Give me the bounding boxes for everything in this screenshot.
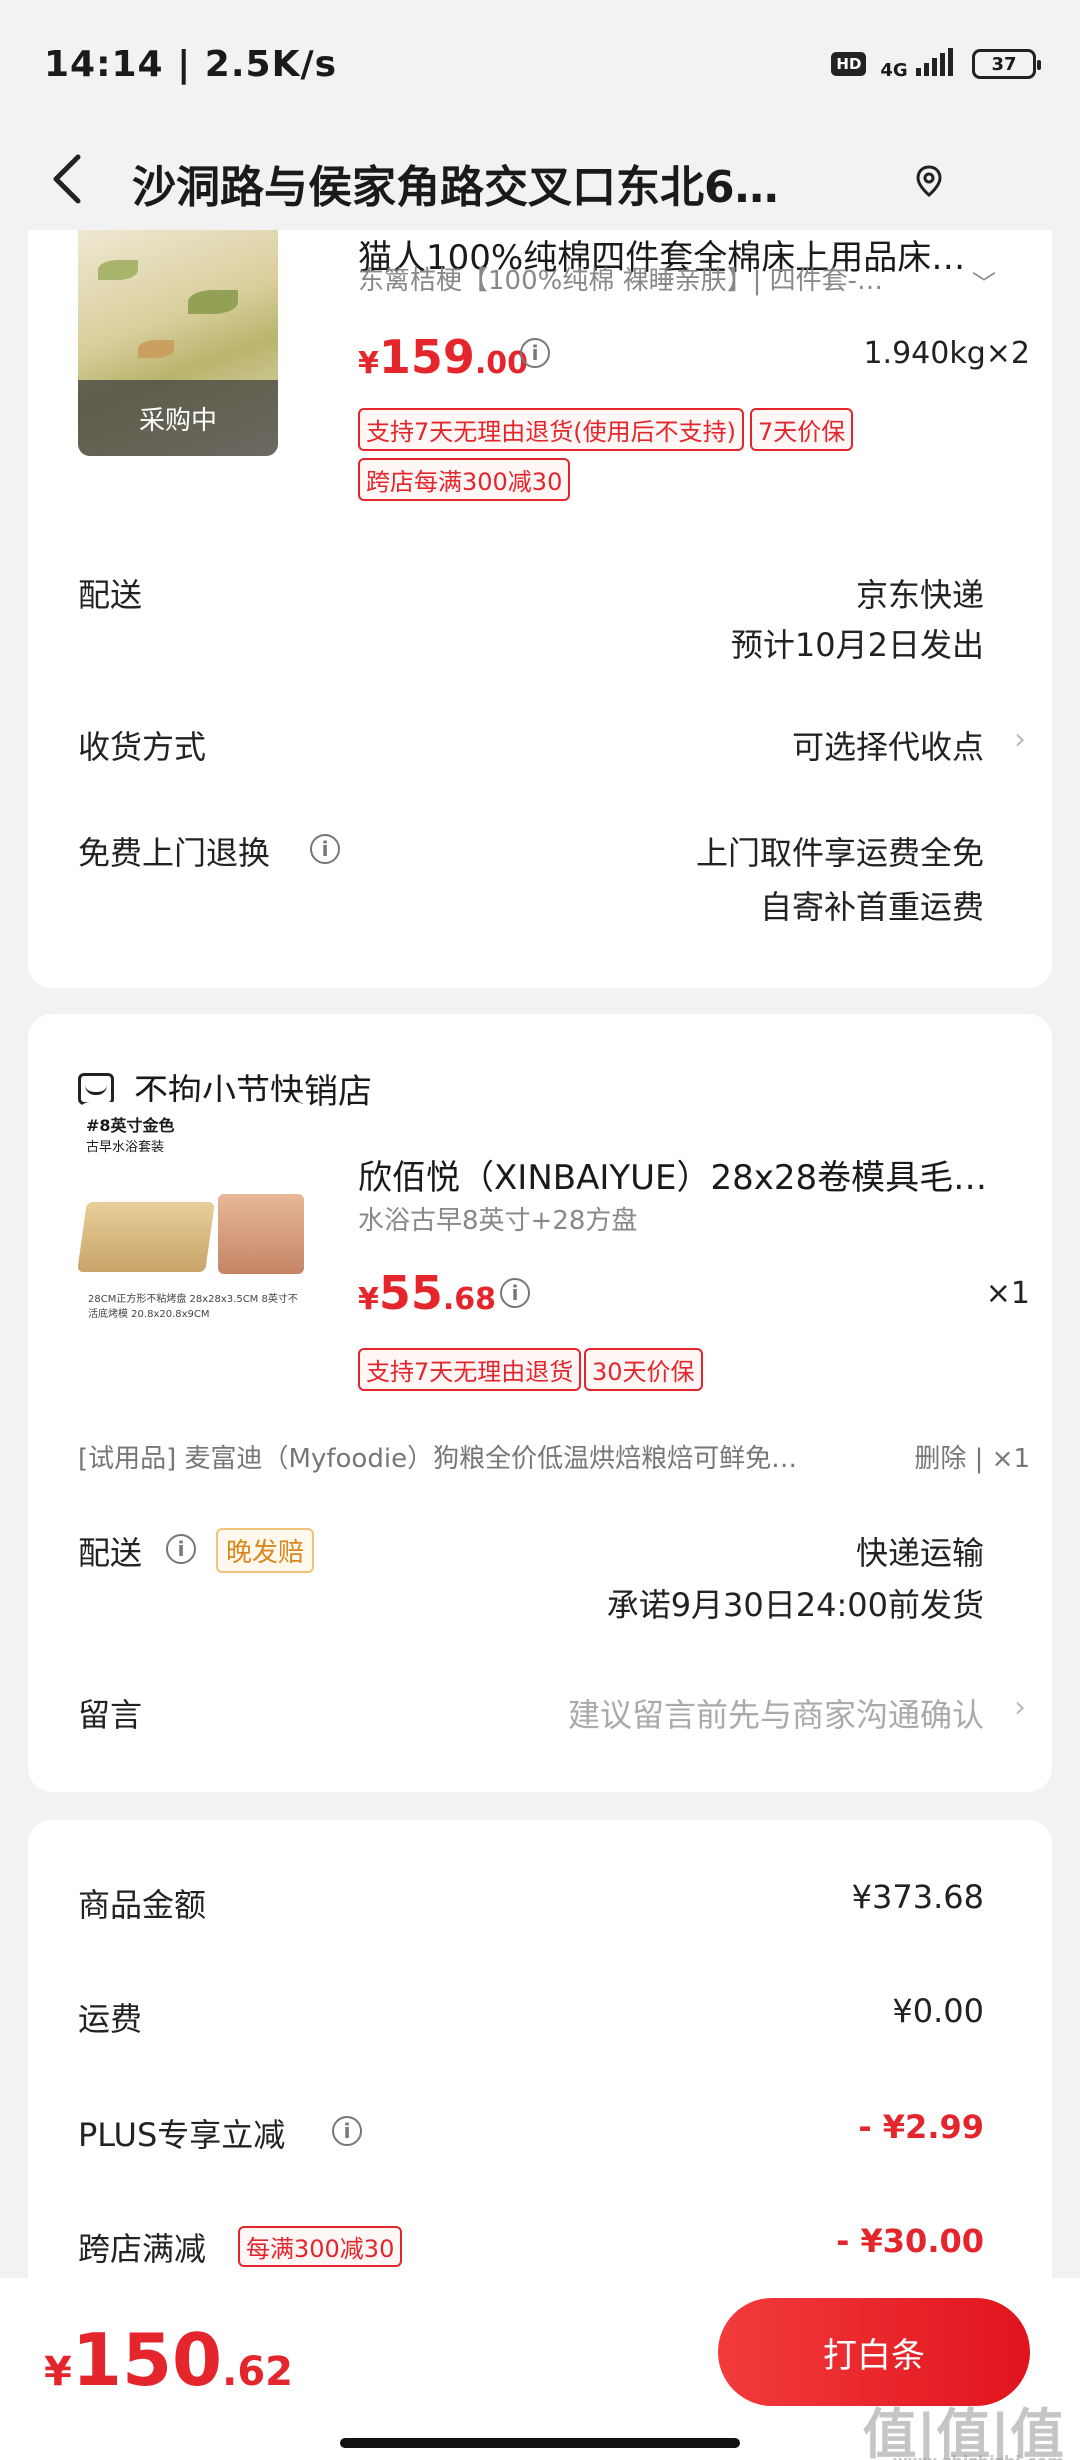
location-pin-icon[interactable]	[916, 165, 942, 201]
shop-icon	[78, 1072, 114, 1105]
goods-amount-value: ¥373.68	[851, 1878, 984, 1916]
free-return-value: 上门取件享运费全免	[695, 834, 984, 872]
info-icon[interactable]: i	[332, 2116, 362, 2146]
pan-square	[78, 1202, 215, 1272]
chevron-right-icon[interactable]: ›	[1014, 1690, 1026, 1725]
plus-discount-label: PLUS专享立减	[78, 2116, 286, 2154]
product-image-baking-pan[interactable]: #8英寸金色 古早水浴套装 28CM正方形不粘烤盘 28x28x3.5CM 8英寸…	[78, 1102, 308, 1352]
chevron-down-icon[interactable]: ﹀	[972, 264, 996, 299]
late-compensation-tag: 晚发赔	[216, 1528, 315, 1573]
free-return-value-2: 自寄补首重运费	[759, 888, 984, 926]
receive-method-value[interactable]: 可选择代收点	[792, 722, 984, 768]
product-title[interactable]: 欣佰悦（XINBAIYUE）28x28卷模具毛…	[358, 1150, 1018, 1199]
address-title[interactable]: 沙洞路与侯家角路交叉口东北6…	[132, 151, 892, 215]
info-icon[interactable]: i	[520, 338, 550, 368]
delivery-value: 京东快递	[855, 576, 984, 614]
gift-item: [试用品] 麦富迪（Myfoodie）狗粮全价低温烘焙粮焙可鲜免…	[78, 1444, 798, 1474]
receive-method-label: 收货方式	[78, 728, 207, 766]
info-icon[interactable]: i	[166, 1534, 196, 1564]
product-image-bedding[interactable]: 采购中	[78, 230, 278, 456]
message-label: 留言	[78, 1696, 143, 1734]
delivery-label: 配送	[78, 1534, 143, 1572]
delivery-promise: 承诺9月30日24:00前发货	[606, 1586, 984, 1624]
delivery-value: 快递运输	[855, 1534, 984, 1572]
free-return-label: 免费上门退换	[78, 834, 271, 872]
product-price: ¥55.68	[358, 1266, 497, 1320]
product-weight-qty: 1.940kg×2	[863, 336, 1030, 371]
message-input[interactable]: 建议留言前先与商家沟通确认	[568, 1690, 984, 1736]
back-icon[interactable]	[48, 151, 108, 216]
product-spec[interactable]: 东篱桔梗【100%纯棉 裸睡亲肤】| 四件套-…	[358, 260, 938, 297]
info-icon[interactable]: i	[310, 834, 340, 864]
freight-value: ¥0.00	[892, 1992, 984, 2030]
order-card-1: 采购中 猫人100%纯棉四件套全棉床上用品床… 东篱桔梗【100%纯棉 裸睡亲肤…	[28, 230, 1052, 988]
pan-round	[218, 1194, 304, 1274]
checkout-bar: ¥150.62 打白条 值|值|值 www.zhizhizhi.com	[0, 2278, 1080, 2460]
product-qty: ×1	[985, 1276, 1030, 1311]
product-image-caption: 28CM正方形不粘烤盘 28x28x3.5CM 8英寸不活底烤模 20.8x20…	[88, 1294, 298, 1320]
tag-price-protect: 30天价保	[584, 1348, 703, 1391]
total-price: ¥150.62	[44, 2318, 293, 2402]
status-bar: 14:14 | 2.5K/s HD 4G 37	[0, 0, 1080, 128]
battery-icon: 37	[972, 49, 1041, 79]
signal-icon	[916, 48, 953, 76]
status-time: 14:14 | 2.5K/s	[44, 43, 338, 85]
cross-store-value: - ¥30.00	[836, 2222, 984, 2260]
tag-return-policy: 支持7天无理由退货	[358, 1348, 582, 1391]
cross-store-label: 跨店满减	[78, 2230, 207, 2268]
hd-icon: HD	[831, 52, 867, 76]
product-image-text: #8英寸金色 古早水浴套装	[86, 1116, 175, 1155]
price-summary-card: 商品金额 ¥373.68 运费 ¥0.00 PLUS专享立减 i - ¥2.99…	[28, 1820, 1052, 2340]
info-icon[interactable]: i	[500, 1278, 530, 1308]
status-icons: HD 4G 37	[831, 48, 1041, 80]
product-price: ¥159.00	[358, 330, 529, 384]
delivery-eta: 预计10月2日发出	[730, 626, 984, 664]
page-header: 沙洞路与侯家角路交叉口东北6…	[0, 128, 1080, 238]
order-card-2: 不拘小节快销店 #8英寸金色 古早水浴套装 28CM正方形不粘烤盘 28x28x3…	[28, 1014, 1052, 1792]
freight-label: 运费	[78, 2000, 143, 2038]
gift-delete-button[interactable]: 删除 | ×1	[914, 1438, 1030, 1475]
purchasing-badge: 采购中	[78, 380, 278, 456]
cross-store-tag: 每满300减30	[238, 2226, 403, 2267]
goods-amount-label: 商品金额	[78, 1886, 207, 1924]
network-icon: 4G	[880, 48, 958, 80]
plus-discount-value: - ¥2.99	[858, 2108, 984, 2146]
network-label: 4G	[880, 60, 908, 81]
tag-cross-store: 跨店每满300减30	[358, 458, 571, 501]
tag-return-policy: 支持7天无理由退货(使用后不支持)	[358, 408, 744, 451]
delivery-label: 配送	[78, 576, 143, 614]
chevron-right-icon[interactable]: ›	[1014, 722, 1026, 757]
home-indicator[interactable]	[340, 2438, 740, 2448]
tag-price-protect: 7天价保	[750, 408, 854, 451]
product-spec[interactable]: 水浴古早8英寸+28方盘	[358, 1200, 938, 1237]
watermark-logo: 值|值|值 www.zhizhizhi.com	[862, 2403, 1064, 2460]
